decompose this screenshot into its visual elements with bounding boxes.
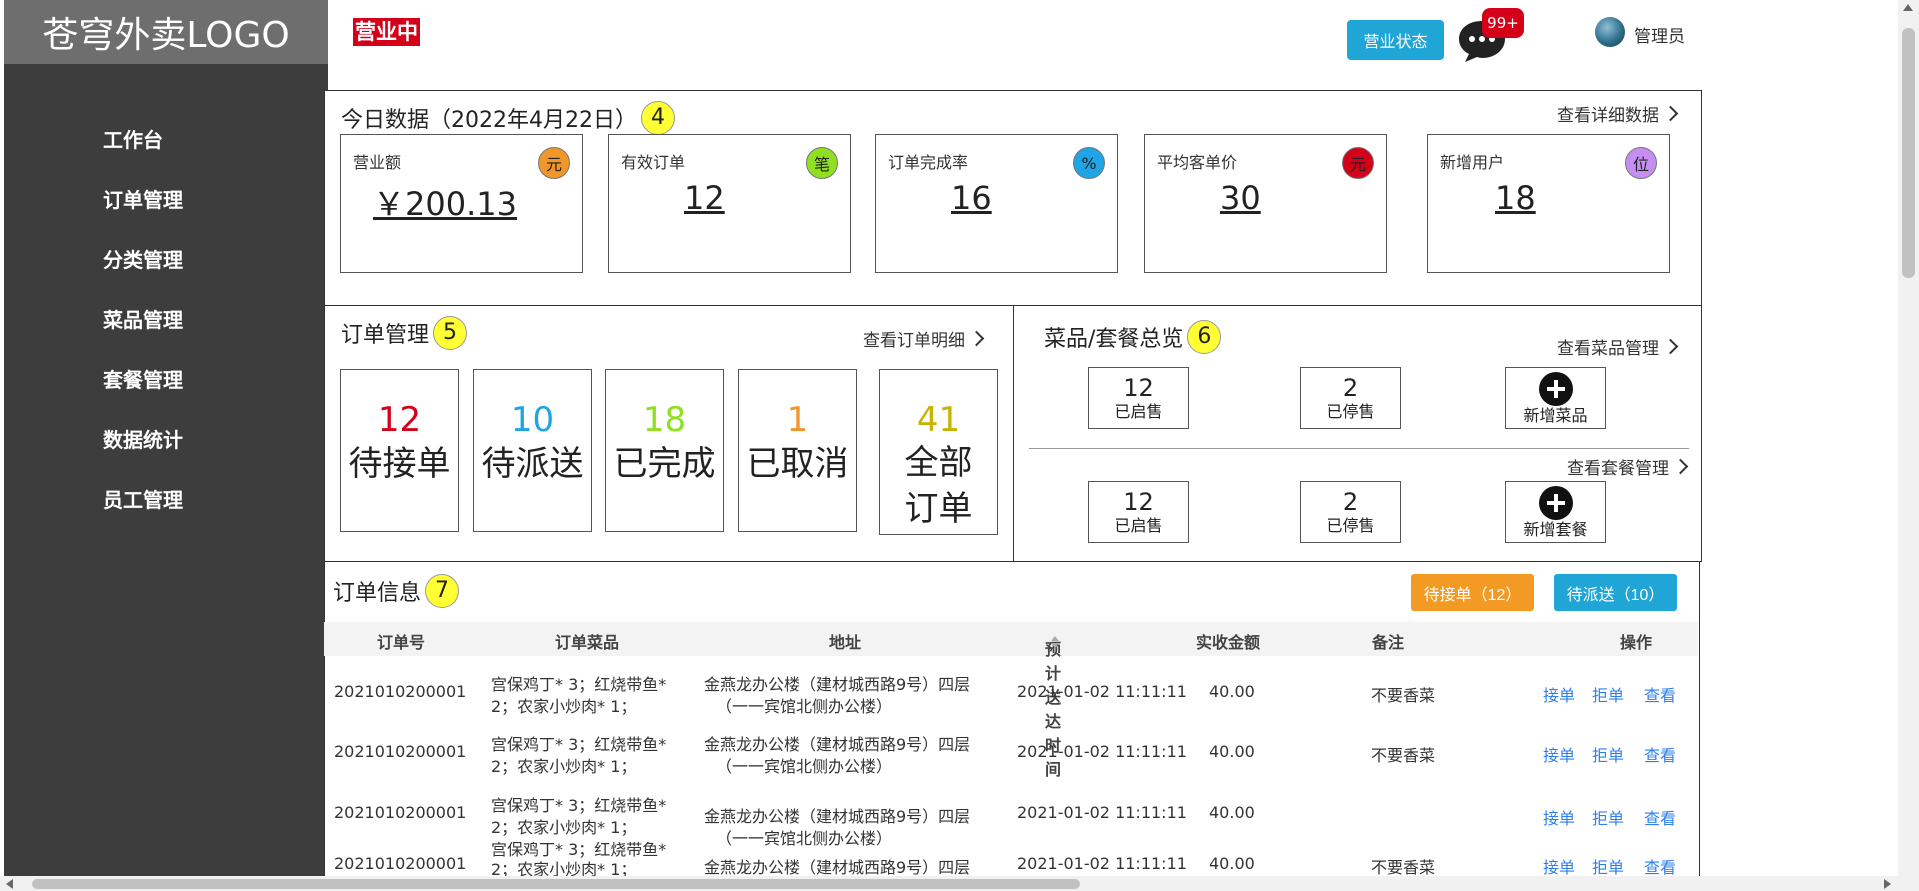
stat-card-avg-price: 平均客单价 元 30	[1144, 134, 1387, 273]
dish-off-sale-card[interactable]: 2 已停售	[1300, 367, 1401, 429]
view-combo-management-link[interactable]: 查看套餐管理	[1567, 454, 1689, 479]
step-number: 4	[640, 101, 675, 135]
view-order-button[interactable]: 查看	[1644, 805, 1676, 829]
order-management-title: 订单管理 5	[341, 316, 468, 350]
horizontal-scroll-thumb[interactable]	[32, 879, 1080, 889]
divider	[1029, 448, 1689, 449]
horizontal-scrollbar[interactable]	[0, 876, 1898, 891]
view-order-button[interactable]: 查看	[1644, 742, 1676, 766]
accept-order-button[interactable]: 接单	[1543, 805, 1575, 829]
order-card-all[interactable]: 41 全部订单	[879, 369, 998, 535]
stat-card-new-users: 新增用户 位 18	[1427, 134, 1670, 273]
reject-order-button[interactable]: 拒单	[1592, 854, 1624, 876]
accept-order-button[interactable]: 接单	[1543, 854, 1575, 876]
stat-card-valid-orders: 有效订单 笔 12	[608, 134, 851, 273]
view-dish-management-link[interactable]: 查看菜品管理	[1557, 334, 1679, 359]
stat-card-revenue: 营业额 元 ￥200.13	[340, 134, 583, 273]
today-data-title: 今日数据（2022年4月22日） 4	[341, 101, 675, 135]
reject-order-button[interactable]: 拒单	[1592, 682, 1624, 706]
order-card-to-deliver[interactable]: 10 待派送	[473, 369, 592, 532]
sidebar-item-dishes[interactable]: 菜品管理	[4, 300, 328, 360]
dish-on-sale-card[interactable]: 12 已启售	[1088, 367, 1189, 429]
user-count-icon: 位	[1625, 147, 1657, 179]
business-status-badge: 营业中	[353, 18, 420, 46]
plus-circle-icon	[1538, 486, 1573, 520]
business-status-button[interactable]: 营业状态	[1347, 20, 1444, 60]
chevron-right-icon	[1662, 105, 1679, 122]
order-info-title: 订单信息 7	[333, 574, 460, 608]
step-number: 6	[1187, 320, 1222, 354]
vertical-scroll-thumb[interactable]	[1902, 28, 1915, 278]
stat-value: 16	[951, 179, 992, 217]
stat-card-completion-rate: 订单完成率 % 16	[875, 134, 1118, 273]
sidebar-item-combos[interactable]: 套餐管理	[4, 360, 328, 420]
percent-icon: %	[1073, 147, 1105, 179]
sidebar-nav: 工作台 订单管理 分类管理 菜品管理 套餐管理 数据统计 员工管理	[4, 120, 328, 540]
table-row: 2021010200001 宫保鸡丁* 3；红烧带鱼* 2；农家小炒肉* 1； …	[334, 842, 1677, 876]
combo-off-sale-card[interactable]: 2 已停售	[1300, 481, 1401, 543]
overview-title: 菜品/套餐总览 6	[1044, 320, 1222, 354]
step-number: 5	[433, 316, 468, 350]
app-logo: 苍穹外卖LOGO	[4, 0, 328, 64]
chevron-right-icon	[1672, 458, 1689, 475]
view-order-button[interactable]: 查看	[1644, 854, 1676, 876]
sidebar-item-categories[interactable]: 分类管理	[4, 240, 328, 300]
scroll-left-icon[interactable]	[6, 879, 13, 889]
sidebar-item-workbench[interactable]: 工作台	[4, 120, 328, 180]
plus-circle-icon	[1538, 372, 1573, 406]
avatar[interactable]	[1595, 17, 1625, 47]
table-row: 2021010200001 宫保鸡丁* 3；红烧带鱼* 2；农家小炒肉* 1； …	[334, 735, 1677, 776]
table-header: 订单号 订单菜品 地址 预计送达时间 实收金额 备注 操作	[324, 622, 1698, 779]
reject-order-button[interactable]: 拒单	[1592, 742, 1624, 766]
stat-value: 18	[1495, 179, 1536, 217]
order-count-icon: 笔	[806, 147, 838, 179]
chevron-right-icon	[968, 330, 985, 347]
accept-order-button[interactable]: 接单	[1543, 682, 1575, 706]
message-count-badge: 99+	[1482, 8, 1524, 38]
stat-value: 12	[684, 179, 725, 217]
order-card-pending[interactable]: 12 待接单	[340, 369, 459, 532]
scroll-up-icon[interactable]	[1903, 4, 1913, 11]
pending-orders-filter-button[interactable]: 待接单（12）	[1411, 574, 1534, 611]
sidebar-item-employees[interactable]: 员工管理	[4, 480, 328, 540]
vertical-scrollbar[interactable]	[1898, 0, 1919, 891]
sort-icon	[1051, 636, 1059, 648]
step-number: 7	[425, 574, 460, 608]
stat-value: 30	[1220, 179, 1261, 217]
stat-value: ￥200.13	[373, 185, 517, 223]
view-detail-data-link[interactable]: 查看详细数据	[1557, 101, 1679, 126]
sidebar-item-orders[interactable]: 订单管理	[4, 180, 328, 240]
order-card-cancelled[interactable]: 1 已取消	[738, 369, 857, 532]
to-deliver-filter-button[interactable]: 待派送（10）	[1554, 574, 1677, 611]
scroll-right-icon[interactable]	[1884, 879, 1891, 889]
sidebar: 苍穹外卖LOGO 工作台 订单管理 分类管理 菜品管理 套餐管理 数据统计 员工…	[4, 0, 328, 891]
add-dish-button[interactable]: 新增菜品	[1505, 367, 1606, 429]
yuan-icon: 元	[1342, 147, 1374, 179]
yuan-icon: 元	[538, 147, 570, 179]
sidebar-item-statistics[interactable]: 数据统计	[4, 420, 328, 480]
view-order-button[interactable]: 查看	[1644, 682, 1676, 706]
order-card-completed[interactable]: 18 已完成	[605, 369, 724, 532]
chevron-right-icon	[1662, 338, 1679, 355]
user-name[interactable]: 管理员	[1634, 22, 1685, 47]
view-order-detail-link[interactable]: 查看订单明细	[863, 326, 985, 351]
add-combo-button[interactable]: 新增套餐	[1505, 481, 1606, 543]
table-row: 2021010200001 宫保鸡丁* 3；红烧带鱼* 2；农家小炒肉* 1； …	[334, 675, 1677, 716]
combo-on-sale-card[interactable]: 12 已启售	[1088, 481, 1189, 543]
reject-order-button[interactable]: 拒单	[1592, 805, 1624, 829]
accept-order-button[interactable]: 接单	[1543, 742, 1575, 766]
